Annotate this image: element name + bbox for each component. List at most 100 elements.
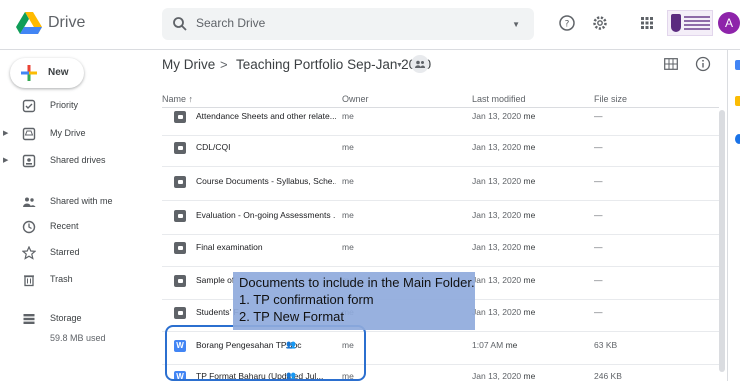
organization-logo[interactable] [667,10,713,36]
storage-used-text: 59.8 MB used [50,333,106,343]
folder-icon [174,307,186,319]
file-owner: me [342,111,354,121]
breadcrumb-my-drive[interactable]: My Drive [162,57,215,72]
priority-icon [22,99,36,113]
table-row[interactable]: Evaluation - On-going Assessments ... me… [162,201,719,235]
sidebar-item-label: Trash [50,274,73,284]
table-row[interactable]: Attendance Sheets and other relate... me… [162,102,719,136]
folder-menu-caret-icon[interactable]: ▼ [396,62,403,69]
plus-icon [21,65,37,81]
sidebar-item-label: Storage [50,313,82,323]
sidebar-item-shared-with-me[interactable]: Shared with me [0,194,150,214]
file-size: — [594,242,603,252]
file-modified: Jan 13, 2020 me [472,371,536,381]
new-button[interactable]: New [10,58,84,88]
table-row[interactable]: Course Documents - Syllabus, Sche... me … [162,167,719,201]
table-row[interactable]: Final examination me Jan 13, 2020 me — [162,233,719,267]
folder-icon [174,111,186,123]
keep-icon[interactable] [735,96,740,106]
app-title[interactable]: Drive [48,14,85,32]
trash-icon [24,275,34,287]
folder-icon [174,210,186,222]
svg-text:?: ? [565,20,570,30]
grid-view-icon[interactable] [664,58,678,70]
tasks-icon[interactable] [735,134,740,144]
sidebar-item-label: Priority [50,100,79,110]
sidebar-item-label: Shared with me [50,196,113,206]
file-owner: me [342,176,354,186]
callout-line: 2. TP New Format [239,309,344,324]
sidebar-item-label: Shared drives [50,155,106,165]
file-name: CDL/CQI [196,142,231,152]
help-icon[interactable]: ? [558,14,576,32]
file-owner: me [342,242,354,252]
shared-with-me-icon [23,197,36,207]
file-modified: Jan 13, 2020 me [472,307,536,317]
sidebar-item-starred[interactable]: Starred [0,245,150,265]
file-size: — [594,111,603,121]
sidebar-item-label: My Drive [50,128,86,138]
avatar[interactable]: A [718,12,740,34]
file-name: Course Documents - Syllabus, Sche... [196,176,336,186]
calendar-icon[interactable] [735,60,740,70]
file-modified: Jan 13, 2020 me [472,242,536,252]
settings-icon[interactable] [591,14,609,32]
file-modified: Jan 13, 2020 me [472,210,536,220]
search-options-icon[interactable]: ▼ [512,20,520,29]
file-name: Evaluation - On-going Assessments ... [196,210,336,220]
file-modified: Jan 13, 2020 me [472,142,536,152]
sidebar-item-recent[interactable]: Recent [0,219,150,239]
file-size: — [594,275,603,285]
file-modified: Jan 13, 2020 me [472,176,536,186]
file-owner: me [342,142,354,152]
file-owner: me [342,210,354,220]
callout-line: 1. TP confirmation form [239,292,374,307]
info-icon[interactable] [695,56,711,72]
file-size: 246 KB [594,371,622,381]
storage-icon [23,314,35,324]
highlight-box [165,325,366,381]
file-modified: Jan 13, 2020 me [472,111,536,121]
file-size: — [594,142,603,152]
new-button-label: New [48,67,69,78]
sidebar-item-priority[interactable]: Priority [0,98,150,118]
search-bar[interactable]: Search Drive ▼ [162,8,534,40]
folder-icon [174,242,186,254]
annotation-callout: Documents to include in the Main Folder.… [233,272,475,330]
apps-icon[interactable] [638,14,656,32]
crest-icon [671,14,681,32]
callout-title: Documents to include in the Main Folder. [239,275,475,290]
logo-wordmark [684,16,710,32]
sidebar-item-label: Recent [50,221,79,231]
shared-drives-icon [22,154,36,168]
file-size: 63 KB [594,340,618,350]
file-name: Final examination [196,242,263,252]
starred-icon [22,246,36,260]
file-size: — [594,176,603,186]
sidebar-item-shared-drives[interactable]: ▶ Shared drives [0,153,150,173]
file-size: — [594,210,603,220]
sidebar-item-trash[interactable]: Trash [0,272,150,292]
search-input[interactable]: Search Drive [196,16,265,30]
side-panel [727,50,740,381]
recent-icon [22,220,36,234]
expand-arrow-icon[interactable]: ▶ [3,129,8,137]
breadcrumb-separator: > [220,57,228,72]
expand-arrow-icon[interactable]: ▶ [3,156,8,164]
drive-logo-icon[interactable] [16,12,42,36]
folder-icon [174,275,186,287]
search-icon[interactable] [172,16,188,32]
folder-icon [174,176,186,188]
my-drive-icon [22,127,36,141]
scrollbar[interactable] [719,110,725,372]
folder-icon [174,142,186,154]
table-row[interactable]: CDL/CQI me Jan 13, 2020 me — [162,133,719,167]
file-modified: Jan 13, 2020 me [472,275,536,285]
sidebar-item-storage[interactable]: Storage [0,311,150,331]
file-modified: 1:07 AM me [472,340,518,350]
top-bar: Drive Search Drive ▼ ? A [0,0,740,50]
file-size: — [594,307,603,317]
shared-folder-icon[interactable] [411,55,429,73]
sidebar-item-label: Starred [50,247,80,257]
sidebar-item-my-drive[interactable]: ▶ My Drive [0,126,150,146]
